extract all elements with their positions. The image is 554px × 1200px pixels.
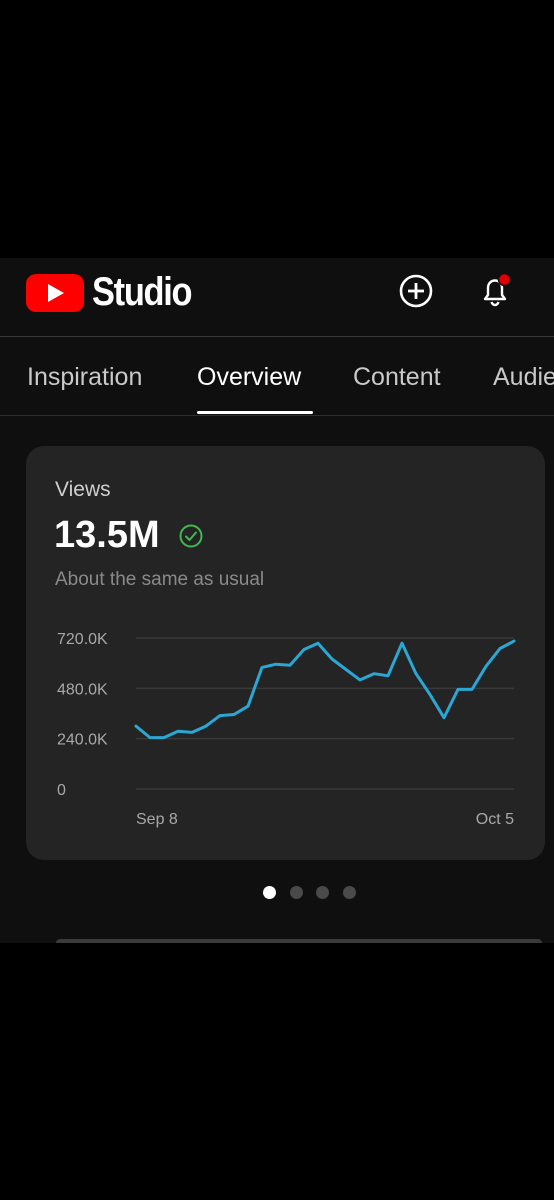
- app-header: Studio: [0, 258, 554, 336]
- add-circle-icon[interactable]: [398, 273, 434, 309]
- views-card[interactable]: Views 13.5M About the same as usual 720.…: [26, 446, 545, 860]
- views-line-chart: 720.0K 480.0K 240.0K 0 Sep 8 Oct 5: [57, 631, 516, 828]
- tab-inspiration[interactable]: Inspiration: [27, 363, 142, 392]
- x-tick-label-end: Oct 5: [476, 811, 514, 828]
- app-title: Studio: [92, 270, 193, 314]
- y-tick-label: 720.0K: [57, 631, 108, 648]
- next-card-edge: [56, 939, 542, 943]
- tab-bar: Inspiration Overview Content Audie: [0, 337, 554, 415]
- tab-audience[interactable]: Audie: [493, 363, 554, 392]
- youtube-play-icon[interactable]: [26, 274, 84, 312]
- pagination-dot[interactable]: [316, 886, 329, 899]
- studio-app: Studio Inspiration Overview Content Audi…: [0, 258, 554, 943]
- bell-icon[interactable]: [477, 273, 513, 309]
- y-tick-label: 480.0K: [57, 681, 108, 698]
- y-tick-label: 0: [57, 782, 66, 799]
- views-series-line: [134, 639, 516, 740]
- tabs-divider: [0, 415, 554, 416]
- active-tab-indicator: [197, 411, 313, 414]
- pagination-dot[interactable]: [263, 886, 276, 899]
- x-tick-label-start: Sep 8: [136, 811, 178, 828]
- pagination-dot[interactable]: [289, 886, 303, 899]
- tab-content[interactable]: Content: [353, 363, 441, 392]
- notification-dot: [497, 273, 512, 287]
- tab-overview[interactable]: Overview: [197, 363, 301, 392]
- pagination-dot[interactable]: [342, 886, 356, 899]
- carousel-pagination: [263, 886, 363, 900]
- y-tick-label: 240.0K: [57, 732, 108, 749]
